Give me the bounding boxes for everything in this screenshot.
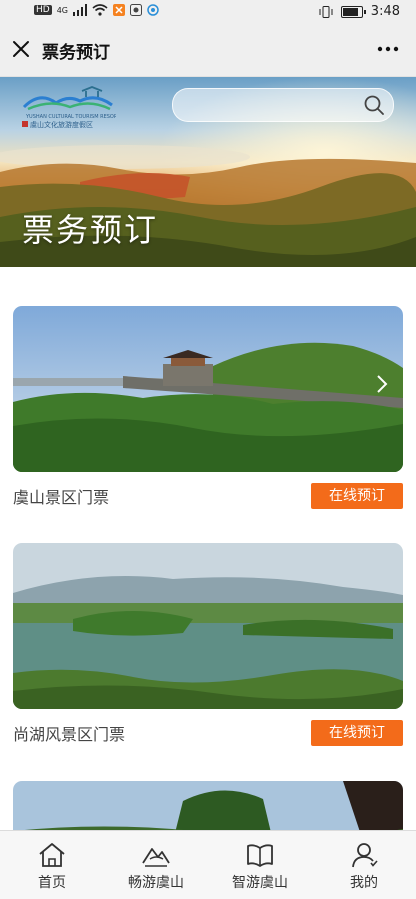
app-notification-icon <box>113 4 125 16</box>
tab-label[interactable]: 畅游虞山 <box>128 872 184 892</box>
ticket-card-shanghu[interactable]: 尚湖风景区门票 在线预订 <box>13 543 403 746</box>
resort-logo: YUSHAN CULTURAL TOURISM RESORT 虞山文化旅游度假区 <box>22 86 116 129</box>
battery-icon <box>340 5 366 18</box>
ticket-name[interactable]: 尚湖风景区门票 <box>13 721 125 745</box>
book-online-button[interactable]: 在线预订 <box>311 483 403 509</box>
browser-notification-icon <box>147 4 159 16</box>
banner-title: 票务预订 <box>22 211 159 249</box>
tab-label[interactable]: 首页 <box>38 872 66 892</box>
ticket-card-yushan[interactable]: 虞山景区门票 在线预订 <box>13 306 403 509</box>
network-label: 4G <box>56 5 68 15</box>
book-online-button[interactable]: 在线预订 <box>311 720 403 746</box>
shanghu-scenic-image[interactable] <box>13 543 403 709</box>
tab-mine[interactable]: 我的 <box>312 831 416 899</box>
clock: 3:48 <box>370 4 400 19</box>
wifi-icon <box>92 4 108 16</box>
tab-home[interactable]: 首页 <box>0 831 104 899</box>
bottom-tab-bar: 首页 畅游虞山 智游虞山 我的 <box>0 830 416 899</box>
close-icon[interactable] <box>10 38 32 60</box>
tab-smart-yushan[interactable]: 智游虞山 <box>208 831 312 899</box>
yushan-scenic-image[interactable] <box>13 306 403 472</box>
page-title: 票务预订 <box>42 43 110 63</box>
hd-indicator: HD <box>34 5 52 15</box>
mountain-icon[interactable] <box>141 841 171 869</box>
home-icon[interactable] <box>37 841 67 869</box>
tab-label[interactable]: 智游虞山 <box>232 872 288 892</box>
navigation-bar: 票务预订 <box>0 24 416 77</box>
user-icon[interactable] <box>349 841 379 869</box>
gallery-notification-icon <box>130 4 142 16</box>
svg-text:YUSHAN CULTURAL TOURISM RESORT: YUSHAN CULTURAL TOURISM RESORT <box>25 114 116 120</box>
search-box[interactable] <box>172 88 394 122</box>
tab-tour-yushan[interactable]: 畅游虞山 <box>104 831 208 899</box>
chevron-right-icon[interactable] <box>375 372 389 396</box>
status-bar: HD 4G 3:48 <box>0 0 416 24</box>
more-icon[interactable] <box>376 38 400 60</box>
svg-text:虞山文化旅游度假区: 虞山文化旅游度假区 <box>30 120 93 129</box>
ticket-name[interactable]: 虞山景区门票 <box>13 484 109 508</box>
search-icon[interactable] <box>363 94 385 116</box>
signal-icon <box>73 4 87 16</box>
vibrate-icon <box>319 5 333 18</box>
hero-banner: YUSHAN CULTURAL TOURISM RESORT 虞山文化旅游度假区… <box>0 77 416 267</box>
tab-label[interactable]: 我的 <box>350 872 378 892</box>
book-icon[interactable] <box>245 841 275 869</box>
